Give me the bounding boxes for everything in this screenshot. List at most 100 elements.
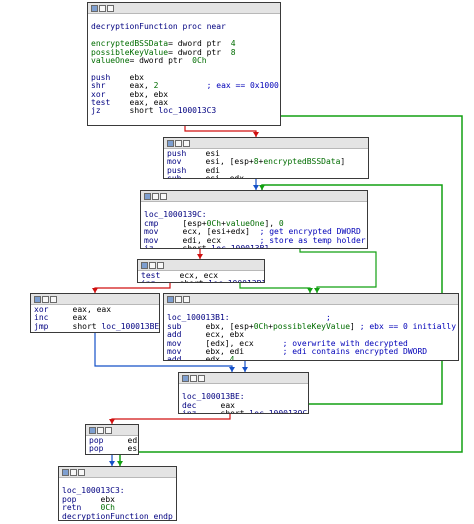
block-header[interactable] xyxy=(138,260,264,271)
code-line: pop esi xyxy=(89,444,138,454)
graph-icon[interactable] xyxy=(78,469,85,476)
code-token: short xyxy=(153,243,212,249)
block-code: push esi mov esi, [esp+8+encryptedBSSData… xyxy=(164,149,368,179)
group-icon[interactable] xyxy=(149,262,156,269)
code-token: loc_100013B1 xyxy=(211,243,270,249)
code-token: pop xyxy=(89,444,104,454)
color-icon[interactable] xyxy=(167,296,174,303)
code-line: jnz short loc_1000139C xyxy=(182,409,308,414)
code-token: jz xyxy=(91,106,101,116)
block-xor-eax[interactable]: xor eax, eax inc eax jmp short loc_100013B… xyxy=(30,293,160,333)
color-icon[interactable] xyxy=(62,469,69,476)
code-token: loc_100013B1 xyxy=(208,279,264,282)
code-token: decryptionFunction endp xyxy=(62,511,173,521)
color-icon[interactable] xyxy=(141,262,148,269)
graph-icon[interactable] xyxy=(157,262,164,269)
block-loc-100013b1[interactable]: loc_100013B1: ; sub ebx, [esp+0Ch+possibl… xyxy=(163,293,459,361)
group-icon[interactable] xyxy=(70,469,77,476)
code-token: ; edi contains encrypted DWORD xyxy=(282,346,428,356)
color-icon[interactable] xyxy=(144,193,151,200)
code-token: loc_100013C3 xyxy=(158,106,217,116)
color-icon[interactable] xyxy=(89,427,96,434)
group-icon[interactable] xyxy=(175,296,182,303)
block-test-ecx[interactable]: test ecx, ecxjnz short loc_100013B1 xyxy=(137,259,265,283)
block-code: decryptionFunction proc near encryptedBSS… xyxy=(88,14,280,118)
edge-dec-to-pop xyxy=(111,414,231,424)
graph-icon[interactable] xyxy=(183,296,190,303)
block-header[interactable] xyxy=(31,294,159,305)
color-icon[interactable] xyxy=(91,5,98,12)
block-code: loc_100013C3: pop ebx retn 0Ch decryptionFu… xyxy=(59,478,176,521)
graph-icon[interactable] xyxy=(183,140,190,147)
code-line: sub esi, edx xyxy=(167,174,365,179)
block-header[interactable] xyxy=(179,373,308,384)
block-loc-1000139c[interactable]: loc_1000139C: cmp [esp+0Ch+valueOne], 0 mo… xyxy=(140,190,368,249)
edge-entry-to-setup xyxy=(184,126,257,137)
block-function-entry[interactable]: decryptionFunction proc near encryptedBSS… xyxy=(87,2,281,126)
block-header[interactable] xyxy=(86,425,138,436)
code-token: loc_100013BE xyxy=(101,321,160,331)
group-icon[interactable] xyxy=(42,296,49,303)
code-line: jz short loc_100013C3 xyxy=(91,107,277,115)
code-token: decryptionFunction proc near xyxy=(91,22,226,32)
group-icon[interactable] xyxy=(152,193,159,200)
edge-test-to-xor xyxy=(94,283,171,293)
color-icon[interactable] xyxy=(34,296,41,303)
code-token: ; ebx == 0 initially xyxy=(359,321,457,331)
block-header[interactable] xyxy=(88,3,280,14)
code-token: encryptedBSSData xyxy=(263,157,341,167)
code-token: loc_1000139C xyxy=(249,409,308,414)
group-icon[interactable] xyxy=(97,427,104,434)
block-code: loc_100013B1: ; sub ebx, [esp+0Ch+possibl… xyxy=(164,305,458,361)
group-icon[interactable] xyxy=(175,140,182,147)
code-token: edx, xyxy=(181,355,230,361)
group-icon[interactable] xyxy=(190,375,197,382)
code-line: valueOne= dword ptr 0Ch xyxy=(91,55,277,65)
graph-icon[interactable] xyxy=(50,296,57,303)
code-token: esi xyxy=(103,444,139,454)
graph-icon[interactable] xyxy=(160,193,167,200)
code-token: ; eax == 0x1000 xyxy=(206,81,279,91)
code-token: valueOne xyxy=(91,55,130,65)
code-line: jmp short loc_100013BE xyxy=(34,321,160,331)
code-token: ] xyxy=(350,321,360,331)
color-icon[interactable] xyxy=(182,375,189,382)
code-token: jnz xyxy=(182,409,197,414)
code-token: add xyxy=(167,355,182,361)
code-token: short xyxy=(196,409,250,414)
code-token: jnz xyxy=(141,279,155,282)
block-header[interactable] xyxy=(164,294,458,305)
code-line: jnz short loc_100013B1 xyxy=(141,279,264,282)
code-token: jmp xyxy=(34,321,49,331)
block-header[interactable] xyxy=(141,191,367,202)
color-icon[interactable] xyxy=(167,140,174,147)
code-token: 4 xyxy=(229,355,235,361)
block-pop-edi-esi[interactable]: pop edi pop esi xyxy=(85,424,139,455)
code-token: sub xyxy=(167,174,182,179)
block-header[interactable] xyxy=(164,138,368,149)
code-line: decryptionFunction endp xyxy=(62,511,173,521)
edge-loop-to-sub xyxy=(299,249,377,293)
block-code: loc_100013BE: dec eax jnz short loc_100013… xyxy=(179,384,308,414)
block-header[interactable] xyxy=(59,467,176,478)
block-loc-100013c3[interactable]: loc_100013C3: pop ebx retn 0Ch decryptionFu… xyxy=(58,466,177,521)
graph-icon[interactable] xyxy=(198,375,205,382)
code-token: short xyxy=(48,321,102,331)
code-token: ] xyxy=(340,157,346,167)
graph-icon[interactable] xyxy=(107,5,114,12)
code-token: short xyxy=(100,106,159,116)
code-token: 0Ch xyxy=(192,55,207,65)
code-token: short xyxy=(155,279,208,282)
graph-icon[interactable] xyxy=(105,427,112,434)
code-token: ; store as temp holder xyxy=(259,235,366,245)
block-code: test ecx, ecxjnz short loc_100013B1 xyxy=(138,271,264,282)
block-code: pop edi pop esi xyxy=(86,436,138,454)
block-setup-registers[interactable]: push esi mov esi, [esp+8+encryptedBSSData… xyxy=(163,137,369,179)
code-token: = dword ptr xyxy=(129,55,193,65)
code-line: add edx, 4 xyxy=(167,355,455,361)
code-token: 0Ch xyxy=(253,321,269,331)
code-line: decryptionFunction proc near xyxy=(91,23,277,31)
block-loc-100013be[interactable]: loc_100013BE: dec eax jnz short loc_100013… xyxy=(178,372,309,414)
code-token: 8 xyxy=(230,47,236,57)
group-icon[interactable] xyxy=(99,5,106,12)
